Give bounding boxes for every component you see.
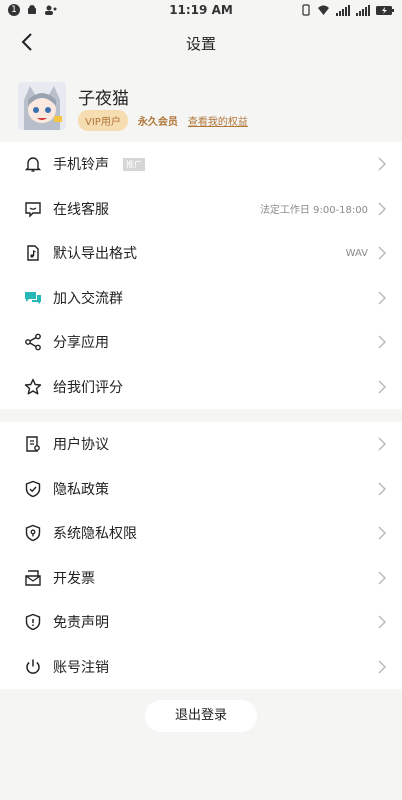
invoice-label: 开发票 [53, 570, 95, 587]
membership-label: 永久会员 [137, 117, 178, 128]
power-icon [26, 659, 40, 674]
join-group-label: 加入交流群 [53, 290, 123, 307]
page-title: 设置 [185, 35, 216, 53]
chevron-right-icon [378, 660, 386, 673]
avatar[interactable] [18, 82, 66, 130]
chevron-right-icon [378, 380, 386, 393]
signal-icon [356, 5, 370, 16]
shield-lock-icon [25, 524, 41, 542]
settings-group-2: 用户协议 隐私政策 系统隐私权限 开发票 免责声明 账号注销 [0, 422, 402, 689]
vip-badge: VIP用户 [78, 110, 128, 131]
star-icon [24, 378, 42, 394]
wifi-icon [318, 5, 329, 15]
logout-container: 退出登录 [0, 700, 402, 732]
disclaimer-label: 免责声明 [53, 615, 109, 632]
online-service-item[interactable]: 在线客服 法定工作日 9:00-18:00 [0, 187, 402, 232]
status-bar: 1 11:19 AM [0, 0, 402, 22]
chevron-right-icon [378, 571, 386, 584]
document-icon [26, 436, 40, 452]
bell-icon [24, 157, 42, 172]
settings-group-1: 手机铃声 推广 在线客服 法定工作日 9:00-18:00 默认导出格式 WAV… [0, 142, 402, 409]
group-chat-icon [25, 291, 41, 304]
privacy-policy-item[interactable]: 隐私政策 [0, 467, 402, 512]
logout-button[interactable]: 退出登录 [145, 700, 257, 732]
user-agreement-item[interactable]: 用户协议 [0, 422, 402, 467]
chevron-right-icon [378, 157, 386, 171]
membership-badges: VIP用户 永久会员 查看我的权益 [78, 110, 248, 131]
chevron-right-icon [378, 335, 386, 349]
ringtone-label: 手机铃声 [53, 157, 109, 174]
section-divider [0, 409, 402, 422]
chevron-right-icon [378, 202, 386, 215]
export-format-label: 默认导出格式 [53, 246, 137, 263]
promo-tag: 推广 [123, 158, 145, 171]
share-icon [25, 333, 41, 351]
info-shield-icon [25, 613, 41, 631]
chevron-right-icon [378, 615, 386, 629]
chevron-right-icon [378, 482, 386, 495]
invoice-icon [25, 569, 41, 586]
export-format-item[interactable]: 默认导出格式 WAV [0, 231, 402, 276]
username: 子夜猫 [78, 89, 129, 109]
invoice-item[interactable]: 开发票 [0, 556, 402, 601]
signal-icon [336, 5, 350, 16]
status-right [301, 4, 394, 16]
chevron-right-icon [378, 526, 386, 540]
music-file-icon [27, 245, 39, 261]
view-benefits-link[interactable]: 查看我的权益 [188, 113, 248, 128]
header: 设置 [0, 22, 402, 62]
system-permissions-item[interactable]: 系统隐私权限 [0, 511, 402, 556]
join-group-item[interactable]: 加入交流群 [0, 276, 402, 321]
profile-section: 子夜猫 VIP用户 永久会员 查看我的权益 [0, 62, 402, 142]
share-app-item[interactable]: 分享应用 [0, 320, 402, 365]
export-format-value: WAV [345, 247, 368, 259]
service-hours: 法定工作日 9:00-18:00 [259, 205, 368, 217]
ringtone-item[interactable]: 手机铃声 推广 [0, 142, 402, 187]
rate-us-item[interactable]: 给我们评分 [0, 365, 402, 410]
battery-icon [376, 6, 394, 15]
chevron-right-icon [378, 291, 386, 304]
chat-icon [25, 201, 41, 218]
disclaimer-item[interactable]: 免责声明 [0, 600, 402, 645]
delete-account-item[interactable]: 账号注销 [0, 645, 402, 690]
share-app-label: 分享应用 [53, 335, 109, 352]
privacy-policy-label: 隐私政策 [53, 481, 109, 498]
rate-us-label: 给我们评分 [53, 379, 123, 396]
user-agreement-label: 用户协议 [53, 437, 109, 454]
chevron-right-icon [378, 246, 386, 260]
delete-account-label: 账号注销 [53, 659, 109, 676]
chevron-right-icon [378, 437, 386, 451]
online-service-label: 在线客服 [53, 201, 109, 218]
shield-check-icon [25, 480, 41, 497]
system-permissions-label: 系统隐私权限 [53, 526, 137, 543]
vibrate-icon [302, 4, 310, 16]
